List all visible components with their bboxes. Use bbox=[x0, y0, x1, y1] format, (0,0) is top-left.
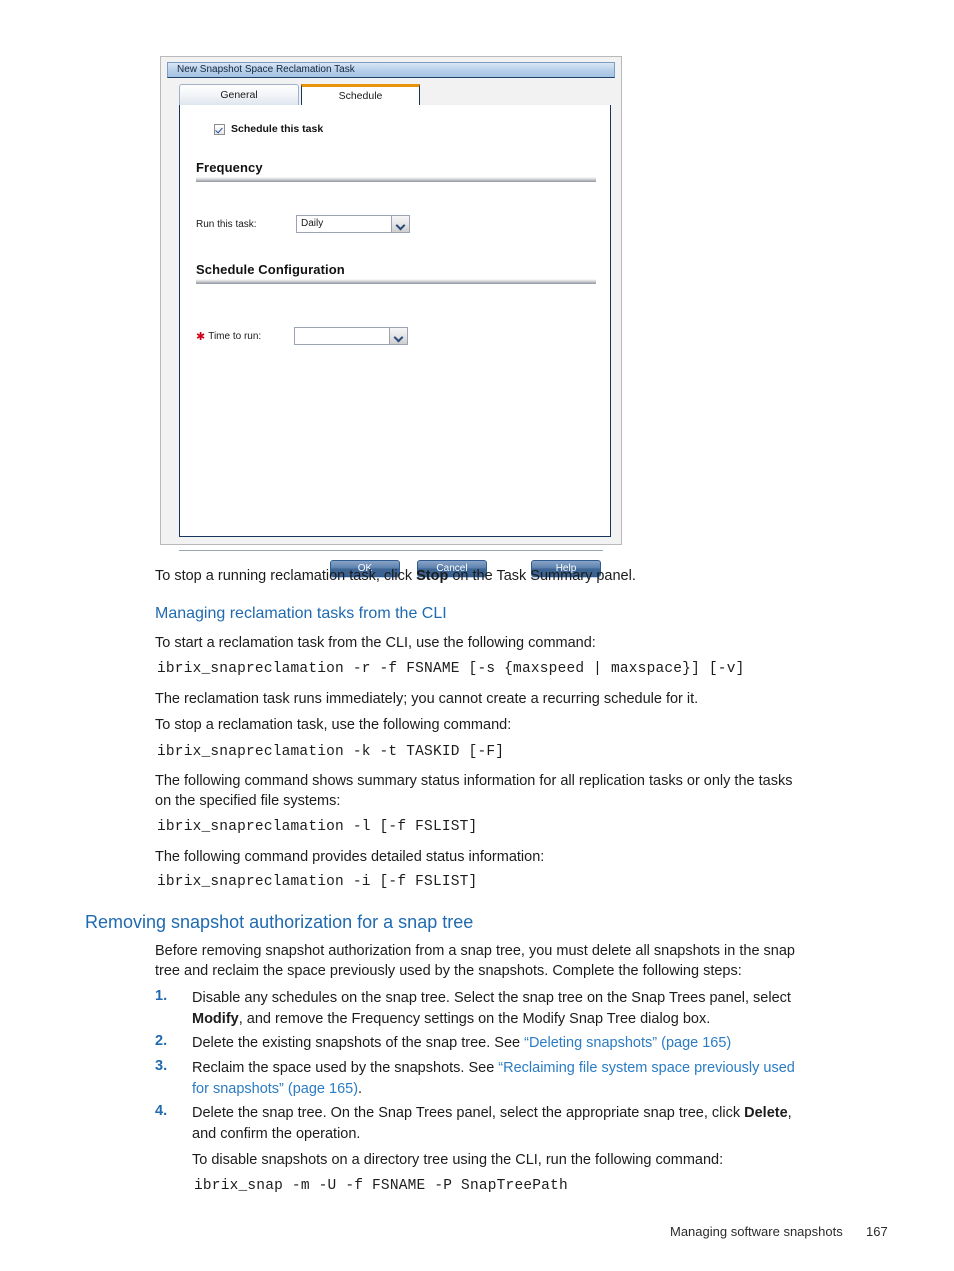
required-asterisk-icon: ✱ bbox=[196, 330, 206, 343]
time-to-run-label: Time to run: bbox=[208, 330, 262, 342]
time-to-run-value bbox=[295, 328, 389, 344]
schedule-tab-panel: Schedule this task Frequency Run this ta… bbox=[179, 105, 611, 537]
footer-page-number: 167 bbox=[866, 1224, 888, 1239]
link-reclaiming-space-part1[interactable]: “Reclaiming file system space previously… bbox=[498, 1060, 795, 1076]
paragraph-disable-snapshots-cli: To disable snapshots on a directory tree… bbox=[192, 1152, 724, 1168]
schedule-this-task-row[interactable]: Schedule this task bbox=[214, 123, 323, 135]
code-ibrix-snap: ibrix_snap -m -U -f FSNAME -P SnapTreePa… bbox=[194, 1178, 568, 1194]
time-to-run-row: ✱ Time to run: bbox=[196, 327, 409, 345]
text-fragment: , and remove the Frequency settings on t… bbox=[238, 1011, 711, 1027]
list-item-step-3-line-1: Reclaim the space used by the snapshots.… bbox=[192, 1058, 795, 1079]
paragraph-stop-running-task: To stop a running reclamation task, clic… bbox=[155, 566, 636, 586]
list-item-number: 4. bbox=[155, 1103, 168, 1119]
footer-chapter: Managing software snapshots bbox=[670, 1224, 843, 1239]
text-bold-delete: Delete bbox=[744, 1105, 788, 1121]
run-this-task-label: Run this task: bbox=[196, 218, 257, 230]
text-bold-modify: Modify bbox=[192, 1011, 239, 1027]
paragraph-runs-immediately: The reclamation task runs immediately; y… bbox=[155, 691, 699, 707]
text-bold-stop: Stop bbox=[416, 568, 449, 584]
schedule-this-task-label: Schedule this task bbox=[231, 123, 324, 135]
text-fragment: To stop a running reclamation task, clic… bbox=[155, 568, 417, 584]
section-schedule-configuration-title: Schedule Configuration bbox=[196, 262, 345, 277]
heading-managing-reclamation-cli: Managing reclamation tasks from the CLI bbox=[155, 605, 447, 622]
run-this-task-select[interactable]: Daily bbox=[296, 215, 410, 233]
dialog-tabstrip: General Schedule bbox=[179, 84, 615, 106]
paragraph-detailed-status: The following command provides detailed … bbox=[155, 849, 545, 865]
list-item-number: 1. bbox=[155, 988, 168, 1004]
list-item-step-3-line-2: for snapshots” (page 165). bbox=[192, 1079, 362, 1100]
section-frequency: Frequency bbox=[196, 160, 596, 182]
link-deleting-snapshots[interactable]: “Deleting snapshots” (page 165) bbox=[524, 1035, 731, 1051]
paragraph-summary-status-l2: on the specified file systems: bbox=[155, 793, 341, 809]
dialog-title-bar: New Snapshot Space Reclamation Task bbox=[167, 62, 615, 78]
list-item-step-1-line-2: Modify, and remove the Frequency setting… bbox=[192, 1009, 710, 1030]
list-item-number: 3. bbox=[155, 1058, 168, 1074]
section-schedule-configuration: Schedule Configuration bbox=[196, 262, 596, 284]
tab-general[interactable]: General bbox=[179, 84, 299, 106]
list-item-step-4-line-1: Delete the snap tree. On the Snap Trees … bbox=[192, 1103, 792, 1124]
text-fragment: . bbox=[358, 1081, 363, 1097]
dialog-title: New Snapshot Space Reclamation Task bbox=[177, 64, 355, 75]
code-start-reclamation: ibrix_snapreclamation -r -f FSNAME [-s {… bbox=[157, 661, 745, 677]
paragraph-before-removing-l1: Before removing snapshot authorization f… bbox=[155, 943, 795, 959]
new-snapshot-space-reclamation-task-dialog: New Snapshot Space Reclamation Task Gene… bbox=[160, 56, 622, 577]
code-list-reclamation: ibrix_snapreclamation -l [-f FSLIST] bbox=[157, 819, 478, 835]
tab-schedule[interactable]: Schedule bbox=[301, 84, 420, 106]
link-reclaiming-space-part2[interactable]: for snapshots” (page 165) bbox=[192, 1081, 358, 1097]
section-frequency-rule bbox=[196, 177, 596, 182]
chevron-down-icon[interactable] bbox=[391, 216, 409, 232]
chevron-down-icon[interactable] bbox=[389, 328, 408, 344]
text-fragment: Delete the snap tree. On the Snap Trees … bbox=[192, 1105, 745, 1121]
paragraph-stop-task: To stop a reclamation task, use the foll… bbox=[155, 717, 512, 733]
paragraph-summary-status-l1: The following command shows summary stat… bbox=[155, 773, 793, 789]
list-item-number: 2. bbox=[155, 1033, 168, 1049]
code-info-reclamation: ibrix_snapreclamation -i [-f FSLIST] bbox=[157, 874, 478, 890]
list-item-step-1-line-1: Disable any schedules on the snap tree. … bbox=[192, 990, 791, 1006]
section-frequency-title: Frequency bbox=[196, 160, 263, 175]
section-schedule-configuration-rule bbox=[196, 279, 596, 284]
heading-removing-snapshot-authorization: Removing snapshot authorization for a sn… bbox=[85, 912, 474, 932]
list-item-step-2-line-1: Delete the existing snapshots of the sna… bbox=[192, 1033, 731, 1054]
text-fragment: on the Task Summary panel. bbox=[448, 568, 636, 584]
checkbox-checked-icon[interactable] bbox=[214, 123, 225, 135]
dialog-footer-divider bbox=[179, 550, 603, 551]
text-fragment: Reclaim the space used by the snapshots.… bbox=[192, 1060, 499, 1076]
run-this-task-value: Daily bbox=[301, 218, 324, 229]
time-to-run-select[interactable] bbox=[294, 327, 409, 345]
paragraph-start-task: To start a reclamation task from the CLI… bbox=[155, 635, 596, 651]
paragraph-before-removing-l2: tree and reclaim the space previously us… bbox=[155, 963, 742, 979]
code-stop-reclamation: ibrix_snapreclamation -k -t TASKID [-F] bbox=[157, 744, 505, 760]
run-this-task-row: Run this task: Daily bbox=[196, 215, 410, 233]
text-fragment: Delete the existing snapshots of the sna… bbox=[192, 1035, 525, 1051]
text-fragment: , bbox=[787, 1105, 792, 1121]
list-item-step-4-line-2: and confirm the operation. bbox=[192, 1126, 361, 1142]
